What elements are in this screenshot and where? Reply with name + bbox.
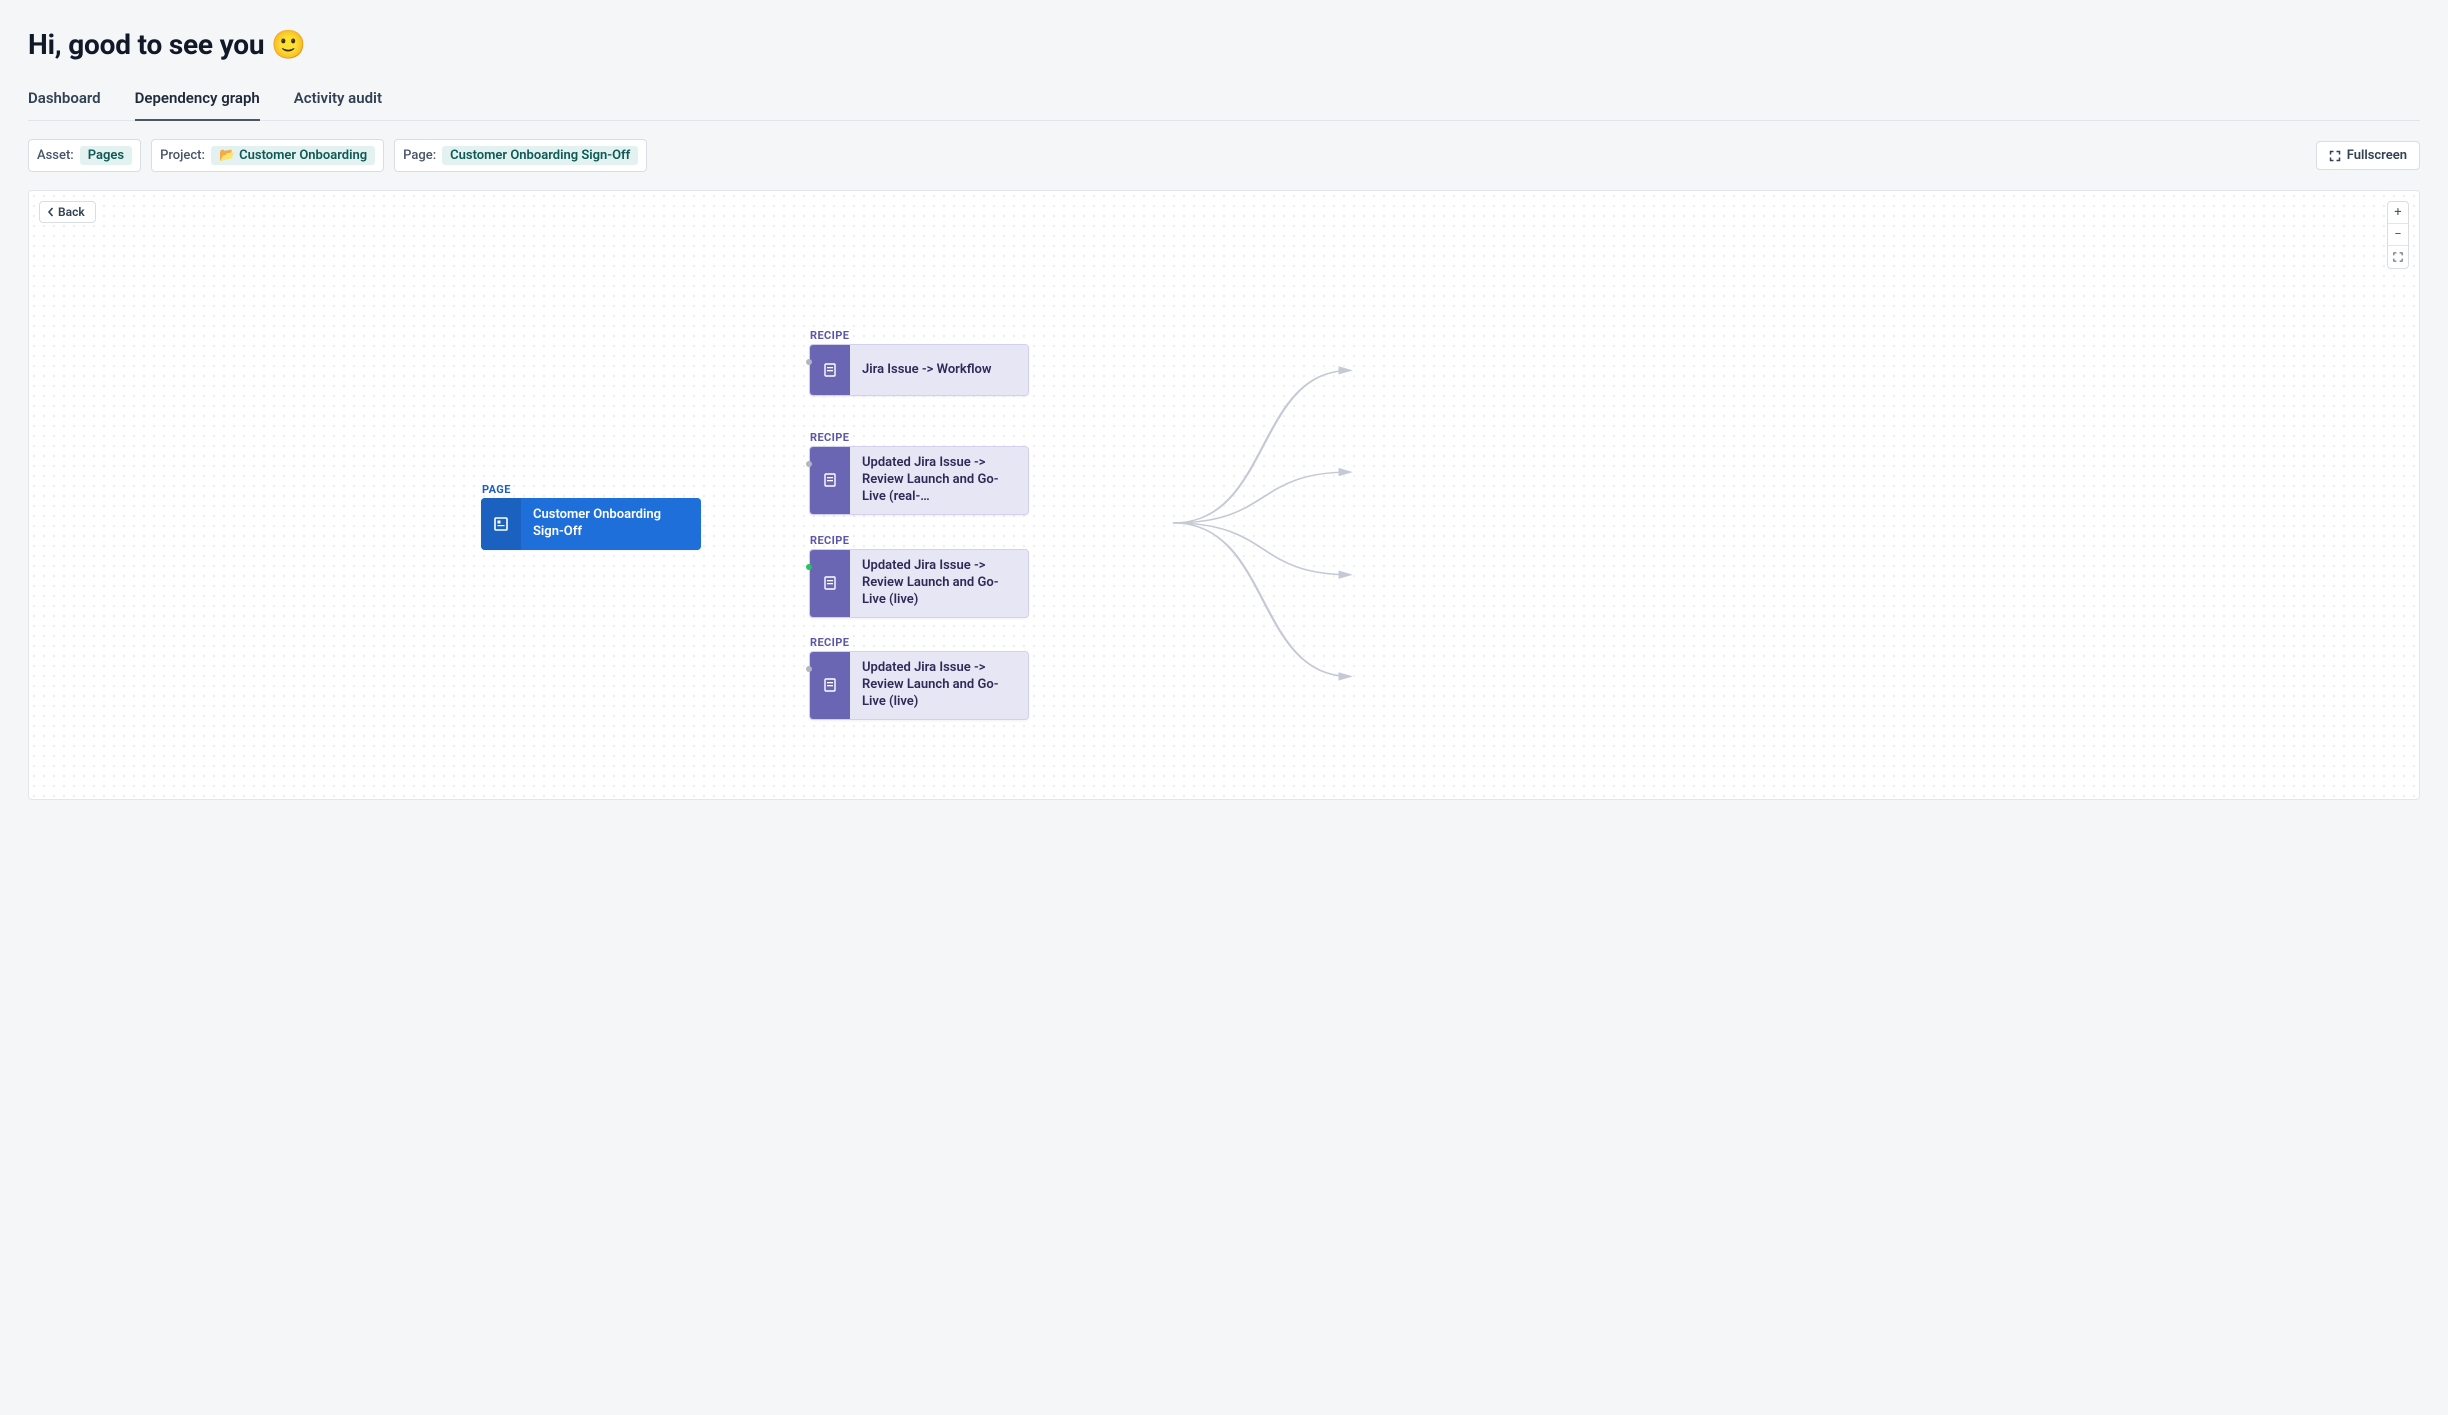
filter-project-value: 📂 Customer Onboarding xyxy=(211,146,375,165)
graph-node-recipe-3: RECIPE Updated Jira Issue -> Review Laun… xyxy=(809,636,1029,720)
recipe-icon xyxy=(810,447,850,514)
node-label: Customer Onboarding Sign-Off xyxy=(521,498,701,550)
status-dot xyxy=(806,666,812,672)
status-dot xyxy=(806,564,812,570)
filter-row: Asset: Pages Project: 📂 Customer Onboard… xyxy=(28,139,2420,172)
node-label: Updated Jira Issue -> Review Launch and … xyxy=(850,550,1028,617)
status-dot xyxy=(806,461,812,467)
dependency-canvas[interactable]: Back + − PAGE xyxy=(28,190,2420,800)
filter-project-label: Project: xyxy=(160,148,205,163)
tab-dependency-graph[interactable]: Dependency graph xyxy=(135,89,260,121)
graph-node-root: PAGE Customer Onboarding Sign-Off xyxy=(481,483,701,550)
filter-page[interactable]: Page: Customer Onboarding Sign-Off xyxy=(394,139,647,172)
graph-node-recipe-0: RECIPE Jira Issue -> Workflow xyxy=(809,329,1029,396)
tab-dashboard[interactable]: Dashboard xyxy=(28,89,101,121)
filter-project-value-text: Customer Onboarding xyxy=(239,148,367,163)
node-caption: RECIPE xyxy=(809,431,1029,444)
folder-icon: 📂 xyxy=(219,148,235,163)
recipe-node[interactable]: Updated Jira Issue -> Review Launch and … xyxy=(809,549,1029,618)
node-label: Updated Jira Issue -> Review Launch and … xyxy=(850,652,1028,719)
node-caption: PAGE xyxy=(481,483,701,496)
recipe-icon xyxy=(810,550,850,617)
node-caption: RECIPE xyxy=(809,534,1029,547)
filter-asset-value: Pages xyxy=(80,146,132,165)
filter-project[interactable]: Project: 📂 Customer Onboarding xyxy=(151,139,384,172)
fullscreen-button[interactable]: Fullscreen xyxy=(2316,141,2420,170)
node-caption: RECIPE xyxy=(809,329,1029,342)
page-title: Hi, good to see you 🙂 xyxy=(28,28,2420,61)
tab-bar: Dashboard Dependency graph Activity audi… xyxy=(28,89,2420,121)
tab-activity-audit[interactable]: Activity audit xyxy=(294,89,382,121)
fullscreen-icon xyxy=(2329,150,2341,162)
status-dot xyxy=(806,359,812,365)
graph-node-recipe-2: RECIPE Updated Jira Issue -> Review Laun… xyxy=(809,534,1029,618)
page-node[interactable]: Customer Onboarding Sign-Off xyxy=(481,498,701,550)
filter-asset-label: Asset: xyxy=(37,148,74,163)
filter-page-label: Page: xyxy=(403,148,436,163)
node-caption: RECIPE xyxy=(809,636,1029,649)
recipe-icon xyxy=(810,345,850,395)
node-label: Updated Jira Issue -> Review Launch and … xyxy=(850,447,1028,514)
graph-node-recipe-1: RECIPE Updated Jira Issue -> Review Laun… xyxy=(809,431,1029,515)
fullscreen-label: Fullscreen xyxy=(2347,148,2407,163)
filter-asset[interactable]: Asset: Pages xyxy=(28,139,141,172)
recipe-node[interactable]: Updated Jira Issue -> Review Launch and … xyxy=(809,446,1029,515)
recipe-node[interactable]: Updated Jira Issue -> Review Launch and … xyxy=(809,651,1029,720)
recipe-node[interactable]: Jira Issue -> Workflow xyxy=(809,344,1029,396)
node-label: Jira Issue -> Workflow xyxy=(850,345,1028,395)
page-icon xyxy=(481,498,521,550)
graph-layer: PAGE Customer Onboarding Sign-Off RECIPE… xyxy=(29,191,2419,799)
filter-page-value: Customer Onboarding Sign-Off xyxy=(442,146,638,165)
recipe-icon xyxy=(810,652,850,719)
